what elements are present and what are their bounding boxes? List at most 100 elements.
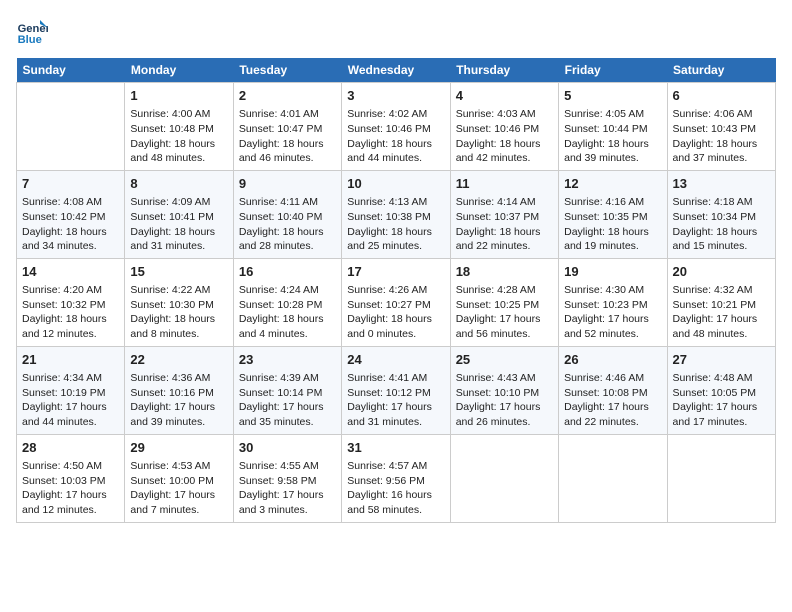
day-info: Sunrise: 4:02 AM Sunset: 10:46 PM Daylig… <box>347 107 444 166</box>
weekday-header: Monday <box>125 58 233 83</box>
day-info: Sunrise: 4:01 AM Sunset: 10:47 PM Daylig… <box>239 107 336 166</box>
calendar-cell: 23Sunrise: 4:39 AM Sunset: 10:14 PM Dayl… <box>233 346 341 434</box>
calendar-cell: 4 Sunrise: 4:03 AM Sunset: 10:46 PM Dayli… <box>450 83 558 171</box>
calendar-cell: 31Sunrise: 4:57 AM Sunset: 9:56 PM Dayli… <box>342 434 450 522</box>
day-number: 6 <box>673 87 770 105</box>
weekday-header: Thursday <box>450 58 558 83</box>
day-number: 18 <box>456 263 553 281</box>
logo: General Blue <box>16 16 52 48</box>
day-number: 15 <box>130 263 227 281</box>
day-info: Sunrise: 4:41 AM Sunset: 10:12 PM Daylig… <box>347 371 444 430</box>
calendar-cell: 17Sunrise: 4:26 AM Sunset: 10:27 PM Dayl… <box>342 258 450 346</box>
weekday-header: Tuesday <box>233 58 341 83</box>
calendar-cell: 28Sunrise: 4:50 AM Sunset: 10:03 PM Dayl… <box>17 434 125 522</box>
day-number: 5 <box>564 87 661 105</box>
calendar-cell: 8 Sunrise: 4:09 AM Sunset: 10:41 PM Dayli… <box>125 170 233 258</box>
calendar-cell <box>450 434 558 522</box>
day-number: 8 <box>130 175 227 193</box>
calendar-cell: 11 Sunrise: 4:14 AM Sunset: 10:37 PM Dayl… <box>450 170 558 258</box>
calendar-cell: 2 Sunrise: 4:01 AM Sunset: 10:47 PM Dayli… <box>233 83 341 171</box>
calendar-cell <box>667 434 775 522</box>
day-info: Sunrise: 4:14 AM Sunset: 10:37 PM Daylig… <box>456 195 553 254</box>
calendar-cell: 24 Sunrise: 4:41 AM Sunset: 10:12 PM Dayl… <box>342 346 450 434</box>
day-info: Sunrise: 4:53 AM Sunset: 10:00 PM Daylig… <box>130 459 227 518</box>
day-number: 19 <box>564 263 661 281</box>
day-info: Sunrise: 4:13 AM Sunset: 10:38 PM Daylig… <box>347 195 444 254</box>
calendar-cell <box>559 434 667 522</box>
day-number: 14 <box>22 263 119 281</box>
day-info: Sunrise: 4:48 AM Sunset: 10:05 PM Daylig… <box>673 371 770 430</box>
day-number: 2 <box>239 87 336 105</box>
day-number: 9 <box>239 175 336 193</box>
day-number: 27 <box>673 351 770 369</box>
calendar-cell: 26 Sunrise: 4:46 AM Sunset: 10:08 PM Dayl… <box>559 346 667 434</box>
calendar-cell: 18 Sunrise: 4:28 AM Sunset: 10:25 PM Dayl… <box>450 258 558 346</box>
calendar-cell: 13Sunrise: 4:18 AM Sunset: 10:34 PM Dayl… <box>667 170 775 258</box>
calendar-cell: 27 Sunrise: 4:48 AM Sunset: 10:05 PM Dayl… <box>667 346 775 434</box>
day-number: 12 <box>564 175 661 193</box>
calendar-header: SundayMondayTuesdayWednesdayThursdayFrid… <box>17 58 776 83</box>
day-info: Sunrise: 4:28 AM Sunset: 10:25 PM Daylig… <box>456 283 553 342</box>
day-info: Sunrise: 4:11 AM Sunset: 10:40 PM Daylig… <box>239 195 336 254</box>
day-info: Sunrise: 4:34 AM Sunset: 10:19 PM Daylig… <box>22 371 119 430</box>
day-info: Sunrise: 4:16 AM Sunset: 10:35 PM Daylig… <box>564 195 661 254</box>
day-info: Sunrise: 4:36 AM Sunset: 10:16 PM Daylig… <box>130 371 227 430</box>
header: General Blue <box>16 16 776 48</box>
calendar-cell: 21 Sunrise: 4:34 AM Sunset: 10:19 PM Dayl… <box>17 346 125 434</box>
day-number: 16 <box>239 263 336 281</box>
calendar-cell: 30 Sunrise: 4:55 AM Sunset: 9:58 PM Dayli… <box>233 434 341 522</box>
day-number: 21 <box>22 351 119 369</box>
weekday-header: Friday <box>559 58 667 83</box>
logo-icon: General Blue <box>16 16 48 48</box>
calendar-cell: 14Sunrise: 4:20 AM Sunset: 10:32 PM Dayl… <box>17 258 125 346</box>
day-number: 11 <box>456 175 553 193</box>
day-number: 31 <box>347 439 444 457</box>
day-number: 26 <box>564 351 661 369</box>
calendar-table: SundayMondayTuesdayWednesdayThursdayFrid… <box>16 58 776 523</box>
day-info: Sunrise: 4:03 AM Sunset: 10:46 PM Daylig… <box>456 107 553 166</box>
calendar-cell: 25 Sunrise: 4:43 AM Sunset: 10:10 PM Dayl… <box>450 346 558 434</box>
day-info: Sunrise: 4:24 AM Sunset: 10:28 PM Daylig… <box>239 283 336 342</box>
day-number: 7 <box>22 175 119 193</box>
day-info: Sunrise: 4:06 AM Sunset: 10:43 PM Daylig… <box>673 107 770 166</box>
day-info: Sunrise: 4:30 AM Sunset: 10:23 PM Daylig… <box>564 283 661 342</box>
day-info: Sunrise: 4:32 AM Sunset: 10:21 PM Daylig… <box>673 283 770 342</box>
day-number: 10 <box>347 175 444 193</box>
day-number: 3 <box>347 87 444 105</box>
day-info: Sunrise: 4:43 AM Sunset: 10:10 PM Daylig… <box>456 371 553 430</box>
calendar-body: 1Sunrise: 4:00 AM Sunset: 10:48 PM Dayli… <box>17 83 776 523</box>
calendar-week-row: 1Sunrise: 4:00 AM Sunset: 10:48 PM Dayli… <box>17 83 776 171</box>
day-number: 30 <box>239 439 336 457</box>
calendar-week-row: 28Sunrise: 4:50 AM Sunset: 10:03 PM Dayl… <box>17 434 776 522</box>
calendar-cell: 1Sunrise: 4:00 AM Sunset: 10:48 PM Dayli… <box>125 83 233 171</box>
calendar-cell: 9 Sunrise: 4:11 AM Sunset: 10:40 PM Dayli… <box>233 170 341 258</box>
calendar-cell: 19 Sunrise: 4:30 AM Sunset: 10:23 PM Dayl… <box>559 258 667 346</box>
calendar-week-row: 21 Sunrise: 4:34 AM Sunset: 10:19 PM Dayl… <box>17 346 776 434</box>
calendar-cell: 29 Sunrise: 4:53 AM Sunset: 10:00 PM Dayl… <box>125 434 233 522</box>
calendar-cell: 15 Sunrise: 4:22 AM Sunset: 10:30 PM Dayl… <box>125 258 233 346</box>
day-info: Sunrise: 4:55 AM Sunset: 9:58 PM Dayligh… <box>239 459 336 518</box>
weekday-header: Wednesday <box>342 58 450 83</box>
day-number: 22 <box>130 351 227 369</box>
day-info: Sunrise: 4:22 AM Sunset: 10:30 PM Daylig… <box>130 283 227 342</box>
day-number: 29 <box>130 439 227 457</box>
calendar-cell: 6 Sunrise: 4:06 AM Sunset: 10:43 PM Dayli… <box>667 83 775 171</box>
weekday-header: Saturday <box>667 58 775 83</box>
day-number: 4 <box>456 87 553 105</box>
calendar-cell: 10 Sunrise: 4:13 AM Sunset: 10:38 PM Dayl… <box>342 170 450 258</box>
calendar-cell: 20Sunrise: 4:32 AM Sunset: 10:21 PM Dayl… <box>667 258 775 346</box>
day-number: 1 <box>130 87 227 105</box>
day-number: 17 <box>347 263 444 281</box>
day-info: Sunrise: 4:50 AM Sunset: 10:03 PM Daylig… <box>22 459 119 518</box>
day-info: Sunrise: 4:09 AM Sunset: 10:41 PM Daylig… <box>130 195 227 254</box>
calendar-cell: 5 Sunrise: 4:05 AM Sunset: 10:44 PM Dayli… <box>559 83 667 171</box>
day-number: 25 <box>456 351 553 369</box>
calendar-week-row: 14Sunrise: 4:20 AM Sunset: 10:32 PM Dayl… <box>17 258 776 346</box>
day-info: Sunrise: 4:08 AM Sunset: 10:42 PM Daylig… <box>22 195 119 254</box>
day-number: 24 <box>347 351 444 369</box>
day-info: Sunrise: 4:46 AM Sunset: 10:08 PM Daylig… <box>564 371 661 430</box>
day-info: Sunrise: 4:39 AM Sunset: 10:14 PM Daylig… <box>239 371 336 430</box>
calendar-cell <box>17 83 125 171</box>
svg-text:Blue: Blue <box>18 34 42 46</box>
day-info: Sunrise: 4:05 AM Sunset: 10:44 PM Daylig… <box>564 107 661 166</box>
